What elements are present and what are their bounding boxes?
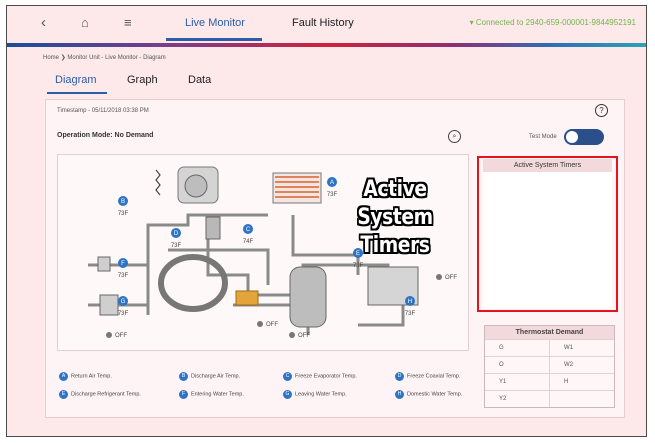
test-mode-label: Test Mode	[529, 134, 557, 140]
app-frame: ‹ ⌂ ≡ Live Monitor Fault History ▾ Conne…	[6, 5, 647, 437]
active-system-timers-list	[483, 172, 612, 308]
sensor-badge-icon: A	[59, 372, 68, 381]
thermostat-demand-table: Thermostat Demand G W1 O W2 Y1 H Y2	[484, 325, 615, 408]
connection-status: ▾ Connected to 2940-659-000001-984495219…	[470, 18, 636, 27]
off-label: OFF	[445, 275, 457, 281]
sensor-badge-icon: C	[283, 372, 292, 381]
back-icon[interactable]: ‹	[41, 14, 46, 32]
table-cell: O	[499, 362, 504, 368]
table-cell: H	[549, 374, 614, 390]
water-pump-icon	[99, 294, 119, 316]
test-mode-toggle[interactable]	[564, 129, 604, 145]
active-subtab-indicator	[47, 92, 107, 94]
table-row: Y1 H	[485, 373, 614, 390]
sensor-E-value: 73F	[353, 263, 364, 269]
active-tab-indicator	[166, 38, 262, 41]
sensor-badge-icon: D	[395, 372, 404, 381]
help-icon[interactable]: ?	[595, 104, 608, 117]
connection-text: Connected to 2940-659-000001-9844952191	[475, 18, 636, 27]
expansion-valve-icon	[205, 216, 221, 240]
legend-item: C Freeze Evaporator Temp.	[283, 372, 357, 381]
legend-item: A Return Air Temp.	[59, 372, 112, 381]
subtab-data[interactable]: Data	[188, 74, 211, 86]
subtab-graph[interactable]: Graph	[127, 74, 158, 86]
table-cell: G	[499, 345, 504, 351]
legend-item: B Discharge Air Temp.	[179, 372, 240, 381]
sensor-F-badge: F	[121, 261, 125, 267]
reversing-valve-icon	[235, 290, 259, 306]
breadcrumb: Home ❯ Monitor Unit - Live Monitor - Dia…	[43, 54, 166, 61]
hamburger-menu-icon[interactable]: ≡	[124, 14, 132, 32]
off-label: OFF	[266, 322, 278, 328]
off-label: OFF	[298, 333, 310, 339]
table-cell: Y1	[499, 379, 507, 385]
annotation-label: Active System Timers	[357, 176, 434, 260]
tab-fault-history[interactable]: Fault History	[292, 17, 354, 29]
table-row: G W1	[485, 339, 614, 356]
table-row: Y2	[485, 390, 614, 407]
off-label: OFF	[115, 333, 127, 339]
sensor-H-value: 73F	[405, 311, 416, 317]
table-cell: Y2	[499, 396, 507, 402]
sensor-H-badge: H	[408, 299, 412, 305]
legend-item: H Domestic Water Temp.	[395, 390, 462, 399]
water-valve-icon	[97, 256, 111, 272]
annotation-line: Timers	[360, 233, 430, 258]
annotation-line: Active	[363, 177, 427, 202]
subtab-diagram[interactable]: Diagram	[55, 74, 97, 86]
legend-item: G Leaving Water Temp.	[283, 390, 347, 399]
magnifier-icon[interactable]: ⌕	[448, 130, 461, 143]
sensor-badge-icon: G	[283, 390, 292, 399]
breadcrumb-path: Monitor Unit - Live Monitor - Diagram	[67, 55, 166, 61]
timestamp: Timestamp - 05/11/2018 03:38 PM	[57, 108, 149, 114]
operation-mode: Operation Mode: No Demand	[57, 132, 154, 139]
tab-live-monitor[interactable]: Live Monitor	[185, 17, 245, 29]
table-cell: W1	[549, 340, 614, 356]
sensor-badge-icon: H	[395, 390, 404, 399]
sensor-C-badge: C	[246, 227, 251, 233]
coaxial-coil-icon	[158, 254, 228, 312]
sensor-F-value: 73F	[118, 273, 129, 279]
sensor-badge-icon: B	[179, 372, 188, 381]
sensor-badge-icon: F	[179, 390, 188, 399]
sensor-B-value: 73F	[118, 211, 129, 217]
sensor-B-badge: B	[121, 199, 125, 205]
top-bar: ‹ ⌂ ≡ Live Monitor Fault History ▾ Conne…	[7, 6, 646, 43]
sensor-A-value: 73F	[327, 192, 338, 198]
breadcrumb-home[interactable]: Home	[43, 55, 59, 61]
active-system-timers-title: Active System Timers	[483, 159, 612, 172]
legend-item: E Discharge Refrigerant Temp.	[59, 390, 141, 399]
table-row: O W2	[485, 356, 614, 373]
annotation-line: System	[357, 205, 433, 230]
compressor-icon	[289, 266, 327, 328]
sensor-D-value: 73F	[171, 243, 182, 249]
sensor-D-badge: D	[174, 231, 179, 237]
sensor-G-value: 73F	[118, 311, 129, 317]
table-cell: W2	[549, 357, 614, 373]
wifi-icon: ▾	[469, 18, 474, 27]
home-icon[interactable]: ⌂	[81, 14, 89, 32]
sensor-badge-icon: E	[59, 390, 68, 399]
sensor-C-value: 74F	[243, 239, 254, 245]
brand-stripe	[7, 43, 646, 47]
legend-item: D Freeze Coaxial Temp.	[395, 372, 460, 381]
legend-item: F Entering Water Temp.	[179, 390, 244, 399]
toggle-knob	[566, 131, 578, 143]
heater-coil-icon	[155, 169, 161, 196]
thermostat-demand-title: Thermostat Demand	[485, 326, 614, 339]
sensor-A-badge: A	[330, 180, 334, 186]
table-cell	[549, 391, 614, 407]
sensor-G-badge: G	[121, 299, 126, 305]
